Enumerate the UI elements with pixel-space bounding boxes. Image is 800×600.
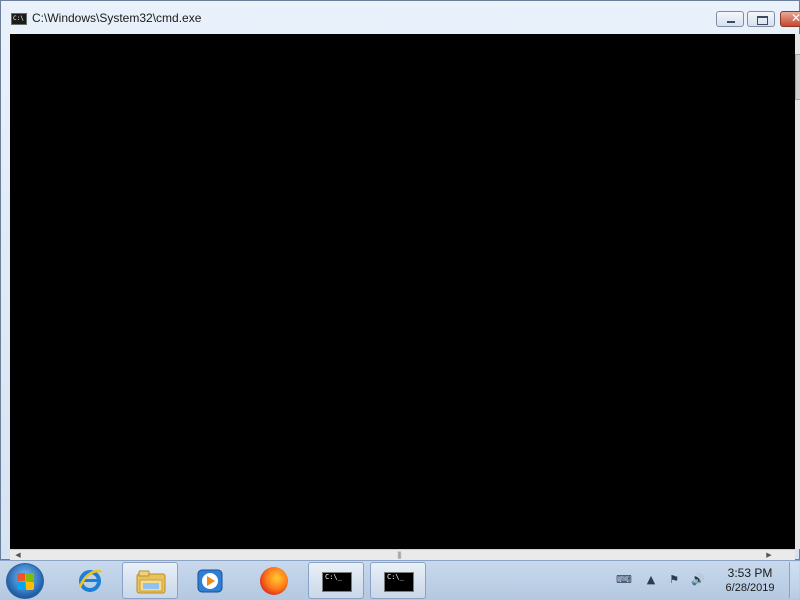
taskbar-firefox-button[interactable] — [246, 562, 302, 599]
close-icon — [781, 11, 800, 26]
console-output[interactable] — [10, 34, 795, 549]
windows-logo-icon — [17, 573, 35, 591]
taskbar-cmd-button-2[interactable]: C:\_ — [370, 562, 426, 599]
show-hidden-icons[interactable]: ▲ — [644, 573, 658, 587]
cmd-app-icon[interactable]: C:\ — [11, 13, 27, 25]
volume-icon[interactable]: 🔊 — [691, 573, 705, 587]
cmd-icon: C:\_ — [322, 572, 352, 592]
taskbar-ie-button[interactable] — [62, 562, 118, 599]
window-title: C:\Windows\System32\cmd.exe — [32, 11, 202, 25]
start-button[interactable] — [6, 563, 44, 599]
title-bar[interactable]: C:\ C:\Windows\System32\cmd.exe — [1, 1, 800, 35]
clock-date[interactable]: 6/28/2019 — [718, 582, 782, 594]
show-desktop-button[interactable] — [789, 562, 799, 598]
minimize-button[interactable] — [716, 11, 744, 27]
cmd-window: C:\ C:\Windows\System32\cmd.exe ◀ ||| ▶ — [0, 0, 800, 561]
keyboard-icon[interactable]: ⌨ — [616, 573, 632, 587]
clock-time[interactable]: 3:53 PM — [722, 566, 778, 580]
taskbar-explorer-button[interactable] — [122, 562, 178, 599]
vertical-scrollbar[interactable] — [795, 34, 800, 549]
minimize-icon — [717, 12, 743, 26]
maximize-icon — [748, 12, 774, 26]
maximize-button[interactable] — [747, 11, 775, 27]
ie-icon — [78, 569, 102, 592]
folder-icon — [136, 570, 166, 594]
vertical-scroll-thumb[interactable] — [795, 54, 800, 100]
firefox-icon — [260, 567, 288, 595]
taskbar-cmd-button-1[interactable]: C:\_ — [308, 562, 364, 599]
taskbar-media-player-button[interactable] — [182, 562, 238, 599]
action-center-flag-icon[interactable]: ⚑ — [667, 573, 681, 587]
scroll-grip-icon[interactable]: ||| — [392, 551, 406, 560]
cmd-icon: C:\_ — [384, 572, 414, 592]
taskbar: C:\_ C:\_ ⌨ ▲ ⚑ 🔊 — [0, 560, 800, 600]
media-player-icon — [197, 569, 223, 593]
close-button[interactable] — [780, 11, 800, 27]
